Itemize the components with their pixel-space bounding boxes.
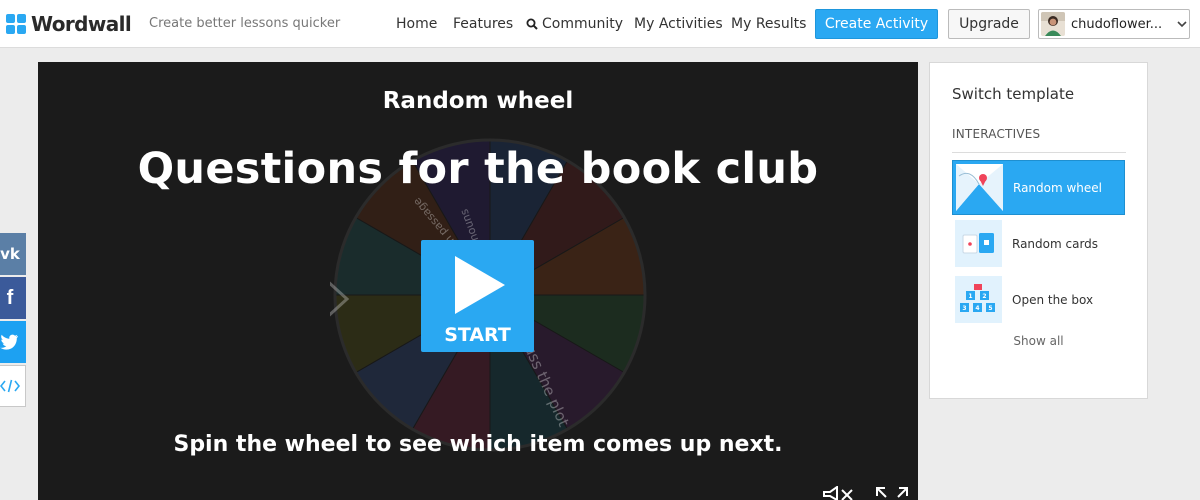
nav-community-link[interactable]: Community: [526, 16, 623, 32]
upgrade-button[interactable]: Upgrade: [948, 9, 1030, 39]
switch-template-panel: Switch template INTERACTIVES Random whee…: [929, 62, 1148, 399]
start-button[interactable]: START: [421, 240, 534, 352]
box-number: 1: [968, 293, 972, 300]
activity-title: Questions for the book club: [137, 144, 819, 194]
nav-my-activities-link[interactable]: My Activities: [634, 16, 723, 32]
nav-community-label: Community: [542, 16, 624, 32]
logo-text: Wordwall: [31, 12, 132, 36]
share-embed-button[interactable]: [0, 365, 26, 407]
chevron-down-icon: [1177, 21, 1187, 28]
box-number: 2: [982, 293, 986, 300]
share-vk-button[interactable]: vk: [0, 233, 26, 275]
mute-icon[interactable]: [822, 486, 856, 500]
user-account-menu[interactable]: chudoflower...: [1038, 9, 1190, 39]
template-random-cards[interactable]: Random cards: [952, 216, 1125, 271]
tagline: Create better lessons quicker: [149, 16, 341, 31]
start-label: START: [444, 324, 511, 346]
section-heading: INTERACTIVES: [952, 127, 1041, 141]
nav-home-link[interactable]: Home: [396, 16, 437, 32]
facebook-icon: f: [6, 286, 14, 309]
random-cards-thumbnail-icon: [955, 220, 1002, 267]
box-number: 5: [988, 305, 992, 312]
show-all-link[interactable]: Show all: [930, 334, 1147, 348]
open-the-box-thumbnail-icon: 1 2 3 4 5: [955, 276, 1002, 323]
divider: [952, 152, 1126, 153]
create-activity-button[interactable]: Create Activity: [815, 9, 938, 39]
user-name: chudoflower...: [1071, 16, 1163, 32]
logo-grid-icon: [6, 14, 26, 34]
fullscreen-icon[interactable]: [875, 486, 909, 500]
wordwall-logo[interactable]: Wordwall: [6, 12, 132, 36]
template-name: Random wheel: [382, 88, 574, 114]
switch-template-title: Switch template: [952, 85, 1075, 103]
nav-features-link[interactable]: Features: [453, 16, 513, 32]
template-label: Random wheel: [1013, 180, 1103, 195]
twitter-icon: [0, 334, 19, 350]
nav-my-results-link[interactable]: My Results: [731, 16, 806, 32]
embed-code-icon: [0, 379, 20, 393]
search-icon: [526, 18, 538, 30]
avatar: [1041, 12, 1065, 36]
share-twitter-button[interactable]: [0, 321, 26, 363]
box-number: 3: [962, 305, 966, 312]
share-facebook-button[interactable]: f: [0, 277, 26, 319]
top-navigation-bar: Wordwall Create better lessons quicker H…: [0, 0, 1200, 48]
template-open-the-box[interactable]: 1 2 3 4 5 Open the box: [952, 272, 1125, 327]
template-label: Random cards: [1012, 236, 1099, 251]
random-wheel-thumbnail-icon: [956, 164, 1003, 211]
vk-icon: vk: [0, 245, 20, 263]
play-icon: [455, 256, 505, 314]
box-number: 4: [975, 305, 979, 312]
template-random-wheel[interactable]: Random wheel: [952, 160, 1125, 215]
template-label: Open the box: [1012, 292, 1094, 307]
game-panel: Discuss the plot pronouns Which passage …: [38, 62, 918, 500]
game-instructions: Spin the wheel to see which item comes u…: [173, 432, 783, 457]
